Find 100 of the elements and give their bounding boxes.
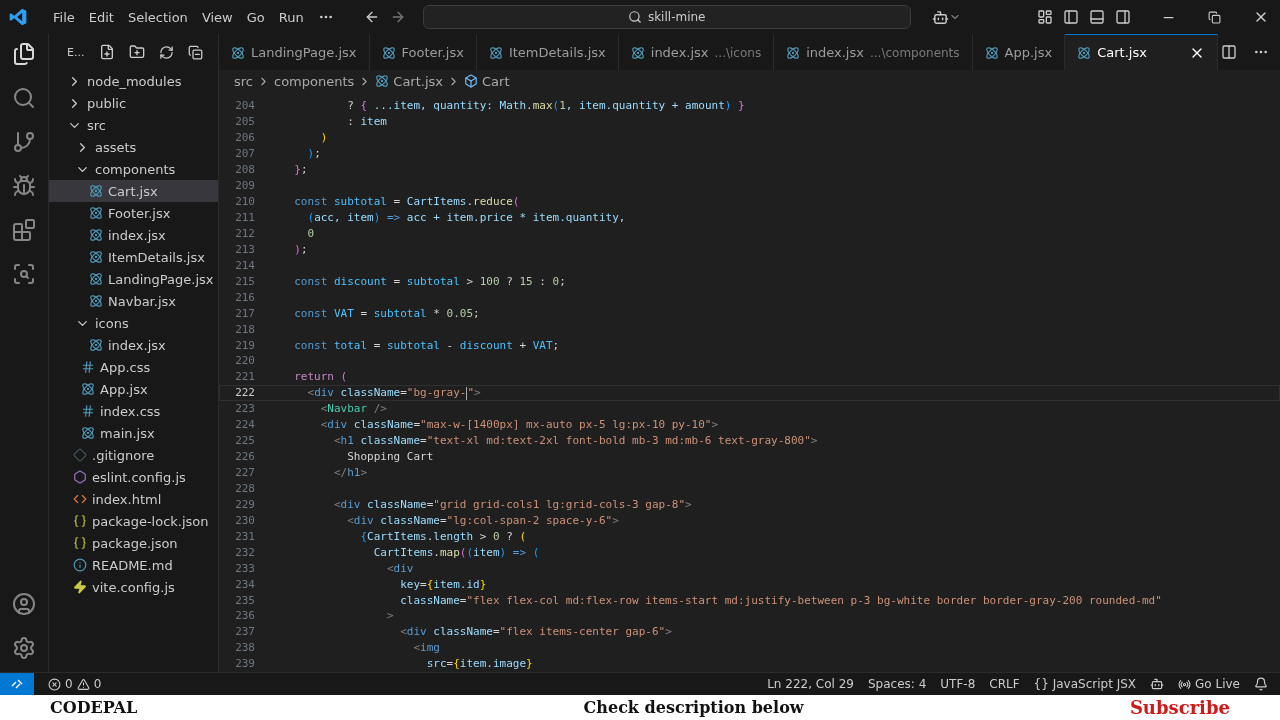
- code-icon: [73, 492, 87, 506]
- react-file-icon: [375, 74, 390, 88]
- go-live-button[interactable]: Go Live: [1178, 677, 1240, 691]
- line-number: 222: [234, 386, 255, 400]
- line-number: 221: [234, 370, 255, 384]
- settings-icon[interactable]: [12, 636, 36, 660]
- explorer-entry[interactable]: package.json: [49, 532, 218, 554]
- line-number: 214: [234, 258, 255, 272]
- sidebar-title: E...: [67, 45, 85, 59]
- hexagon-icon: [73, 470, 87, 484]
- code-line: <div: [385, 561, 414, 575]
- breadcrumb-item[interactable]: components: [274, 73, 355, 89]
- error-icon: [48, 677, 61, 691]
- search-field[interactable]: skill-mine: [422, 5, 911, 29]
- line-number: 220: [234, 354, 255, 368]
- breadcrumb-item[interactable]: Cart.jsx: [393, 73, 443, 89]
- explorer-entry[interactable]: Footer.jsx: [49, 202, 218, 224]
- line-number: 208: [234, 163, 255, 177]
- breadcrumb-item[interactable]: src: [234, 73, 253, 89]
- status-item[interactable]: UTF-8: [940, 677, 976, 691]
- problems-status[interactable]: 0 0: [48, 677, 102, 691]
- explorer-entry[interactable]: index.html: [49, 488, 218, 510]
- explorer-entry[interactable]: .gitignore: [49, 444, 218, 466]
- search-icon[interactable]: [12, 86, 36, 110]
- explorer-entry[interactable]: ItemDetails.jsx: [49, 246, 218, 268]
- extensions-icon[interactable]: [12, 218, 36, 242]
- search-icon: [627, 10, 642, 24]
- explorer-entry[interactable]: README.md: [49, 554, 218, 576]
- info-icon: [73, 558, 87, 572]
- explorer-entry[interactable]: App.jsx: [49, 378, 218, 400]
- line-number: 212: [234, 226, 255, 240]
- menu-item[interactable]: File: [46, 7, 82, 27]
- status-item[interactable]: Spaces: 4: [867, 677, 927, 691]
- bug-icon[interactable]: [12, 174, 36, 198]
- explorer-folder[interactable]: node_modules: [49, 70, 218, 92]
- scan-icon[interactable]: [12, 262, 36, 286]
- explorer-folder[interactable]: public: [49, 92, 218, 114]
- code-line: };: [293, 163, 308, 177]
- code-line: <h1 className="text-xl md:text-2xl font-bold mb-3 md:mb-6 text-gray-800">: [332, 434, 818, 448]
- status-item[interactable]: Ln 222, Col 29: [767, 677, 854, 691]
- react-file-icon: [488, 45, 503, 60]
- explorer-entry[interactable]: package-lock.json: [49, 510, 218, 532]
- react-file-icon: [89, 184, 103, 198]
- branch-icon[interactable]: [12, 130, 36, 154]
- code-line: <img: [412, 641, 440, 655]
- line-number: 232: [234, 545, 255, 559]
- breadcrumb-item[interactable]: Cart: [482, 73, 510, 89]
- line-number: 237: [234, 625, 255, 639]
- editor-tab[interactable]: Cart.jsx: [1065, 34, 1218, 70]
- menu-item[interactable]: Edit: [81, 7, 121, 27]
- explorer-entry[interactable]: index.css: [49, 400, 218, 422]
- explorer-folder[interactable]: icons: [49, 312, 218, 334]
- explorer-folder[interactable]: components: [49, 158, 218, 180]
- code-line: ): [319, 131, 328, 145]
- react-file-icon: [89, 228, 103, 242]
- remote-icon: [10, 677, 24, 691]
- braces-icon: [73, 514, 87, 528]
- line-number: 217: [234, 306, 255, 320]
- status-item[interactable]: CRLF: [989, 677, 1020, 691]
- code-line: {CartItems.length > 0 ? (: [359, 529, 527, 543]
- code-line: <div className="bg-gray-">: [306, 386, 481, 400]
- line-number: 224: [234, 418, 255, 432]
- react-file-icon: [630, 45, 645, 60]
- line-number: 209: [234, 179, 255, 193]
- explorer-folder[interactable]: assets: [49, 136, 218, 158]
- code-line: CartItems.map((item) => (: [372, 545, 540, 559]
- explorer-entry[interactable]: App.css: [49, 356, 218, 378]
- subscribe-text: Subscribe: [1129, 697, 1230, 718]
- code-line: ? { ...item, quantity: Math.max(1, item.quantity + amount) }: [346, 99, 745, 113]
- line-number: 235: [234, 593, 255, 607]
- explorer-entry[interactable]: index.jsx: [49, 334, 218, 356]
- menu-item[interactable]: View: [194, 7, 240, 27]
- react-file-icon: [89, 272, 103, 286]
- bell-icon[interactable]: [1254, 677, 1268, 691]
- account-icon[interactable]: [12, 592, 36, 616]
- explorer-entry[interactable]: main.jsx: [49, 422, 218, 444]
- explorer-entry[interactable]: LandingPage.jsx: [49, 268, 218, 290]
- language-status[interactable]: {} JavaScript JSX: [1033, 677, 1137, 691]
- react-file-icon: [89, 206, 103, 220]
- line-number: 230: [234, 513, 255, 527]
- banner-text: Check description below: [583, 698, 804, 717]
- line-number: 207: [234, 147, 255, 161]
- line-number: 233: [234, 561, 255, 575]
- code-line: const VAT = subtotal * 0.05;: [293, 306, 480, 320]
- line-number: 206: [234, 131, 255, 145]
- explorer-entry[interactable]: index.jsx: [49, 224, 218, 246]
- line-number: 238: [234, 641, 255, 655]
- explorer-entry[interactable]: Navbar.jsx: [49, 290, 218, 312]
- explorer-folder[interactable]: src: [49, 114, 218, 136]
- code-line: className="flex flex-col md:flex-row items-start md:justify-between p-3 bg-white border border-gray-200 rounded-md": [399, 593, 1162, 607]
- line-number: 210: [234, 195, 255, 209]
- menu-item[interactable]: Run: [271, 7, 311, 27]
- react-file-icon: [89, 250, 103, 264]
- files-icon[interactable]: [12, 42, 36, 66]
- menu-item[interactable]: Go: [239, 7, 272, 27]
- explorer-entry[interactable]: Cart.jsx: [49, 180, 218, 202]
- explorer-entry[interactable]: eslint.config.js: [49, 466, 218, 488]
- menu-item[interactable]: Selection: [120, 7, 195, 27]
- line-number: 218: [234, 322, 255, 336]
- explorer-entry[interactable]: vite.config.js: [49, 576, 218, 598]
